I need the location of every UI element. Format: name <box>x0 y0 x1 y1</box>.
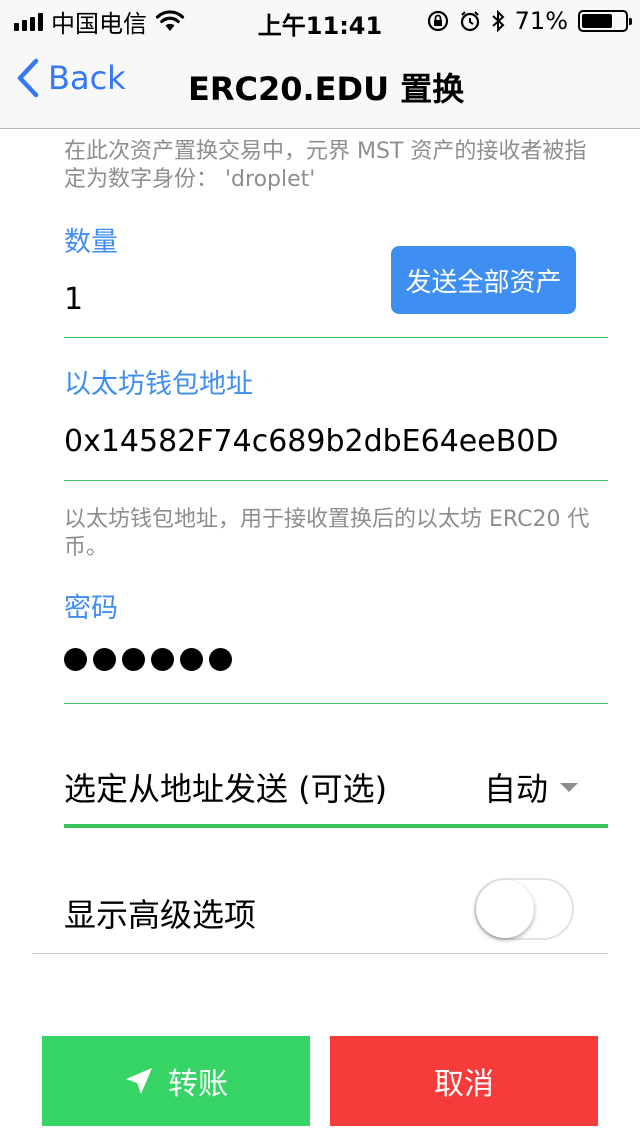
orientation-lock-icon <box>427 10 448 32</box>
password-label: 密码 <box>64 593 118 624</box>
back-label: Back <box>48 59 126 97</box>
password-dot <box>64 648 87 671</box>
advanced-options-label: 显示高级选项 <box>64 896 257 934</box>
from-address-value: 自动 <box>484 770 549 808</box>
password-dot <box>180 648 203 671</box>
paper-plane-icon <box>126 1068 152 1094</box>
eth-address-hint: 以太坊钱包地址，用于接收置换后的以太坊 ERC20 代币。 <box>64 507 590 560</box>
eth-address-underline <box>64 480 608 481</box>
password-dot <box>209 648 232 671</box>
battery-percent: 71% <box>514 7 568 35</box>
from-address-underline <box>64 824 608 828</box>
status-right: 71% <box>427 7 632 35</box>
page-title: ERC20.EDU 置换 <box>188 70 465 108</box>
caret-down-icon <box>560 782 579 792</box>
transfer-label: 转账 <box>168 1067 228 1102</box>
send-all-button[interactable]: 发送全部资产 <box>391 246 576 314</box>
amount-input[interactable]: 1 <box>64 282 364 317</box>
cancel-button[interactable]: 取消 <box>330 1036 598 1126</box>
amount-label: 数量 <box>64 227 118 258</box>
password-dot <box>93 648 116 671</box>
navigation-bar: Back ERC20.EDU 置换 <box>0 40 640 129</box>
password-underline <box>64 703 608 704</box>
transfer-button[interactable]: 转账 <box>42 1036 310 1126</box>
toggle-knob <box>476 880 534 938</box>
amount-underline <box>64 337 608 338</box>
password-dot <box>151 648 174 671</box>
back-button[interactable]: Back <box>16 58 126 98</box>
battery-icon <box>578 10 632 32</box>
alarm-icon <box>460 11 479 32</box>
receiver-hint: 在此次资产置换交易中，元界 MST 资产的接收者被指定为数字身份： 'dropl… <box>64 139 587 192</box>
from-address-select[interactable]: 自动 <box>484 764 579 810</box>
status-bar: 中国电信 上午11:41 71% <box>0 0 640 40</box>
from-address-label: 选定从地址发送 (可选) <box>64 770 388 808</box>
advanced-options-toggle[interactable] <box>474 878 574 940</box>
password-dot <box>122 648 145 671</box>
eth-address-label: 以太坊钱包地址 <box>64 369 253 400</box>
password-input[interactable] <box>64 648 232 671</box>
section-divider <box>32 953 608 954</box>
bluetooth-icon <box>491 10 505 32</box>
chevron-left-icon <box>17 58 39 98</box>
eth-address-input[interactable]: 0x14582F74c689b2dbE64eeB0D <box>64 424 578 459</box>
